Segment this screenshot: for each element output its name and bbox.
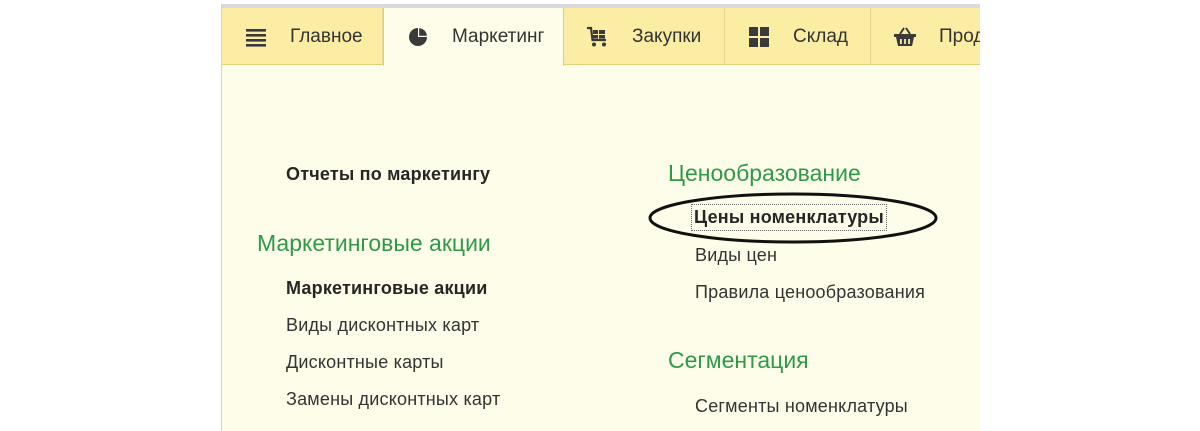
tab-label: Склад <box>793 25 848 47</box>
link-pricing-rules[interactable]: Правила ценообразования <box>695 282 925 303</box>
link-price-types[interactable]: Виды цен <box>695 245 777 266</box>
tab-marketing[interactable]: Маркетинг <box>383 8 564 66</box>
section-content: Отчеты по маркетингу Маркетинговые акции… <box>222 65 980 431</box>
tab-label: Маркетинг <box>452 26 545 47</box>
tab-warehouse[interactable]: Склад <box>725 8 871 65</box>
tab-label: Прод <box>939 25 980 47</box>
basket-icon <box>893 25 917 49</box>
link-discount-card-types[interactable]: Виды дисконтных карт <box>286 315 479 336</box>
menu-lines-icon <box>244 25 268 49</box>
cart-icon <box>586 25 610 49</box>
marketing-reports-link[interactable]: Отчеты по маркетингу <box>286 164 490 185</box>
link-marketing-actions[interactable]: Маркетинговые акции <box>286 278 487 299</box>
link-item-segments[interactable]: Сегменты номенклатуры <box>695 396 908 417</box>
link-discount-card-replacements[interactable]: Замены дисконтных карт <box>286 389 500 410</box>
app-window: Главное Маркетинг Закупки Склад Прод Отч… <box>221 4 980 431</box>
link-item-prices[interactable]: Цены номенклатуры <box>691 204 887 231</box>
tab-main[interactable]: Главное <box>222 8 383 65</box>
link-discount-cards[interactable]: Дисконтные карты <box>286 352 444 373</box>
pie-chart-icon <box>406 25 430 49</box>
tab-label: Главное <box>290 25 363 47</box>
group-title-segmentation: Сегментация <box>668 347 809 373</box>
warehouse-grid-icon <box>747 25 771 49</box>
group-title-pricing: Ценообразование <box>668 160 861 186</box>
section-tab-bar: Главное Маркетинг Закупки Склад Прод <box>222 4 980 66</box>
tab-sales[interactable]: Прод <box>871 8 980 65</box>
tab-purchases[interactable]: Закупки <box>564 8 725 65</box>
group-title-marketing-actions: Маркетинговые акции <box>257 230 491 256</box>
tab-label: Закупки <box>632 25 702 47</box>
